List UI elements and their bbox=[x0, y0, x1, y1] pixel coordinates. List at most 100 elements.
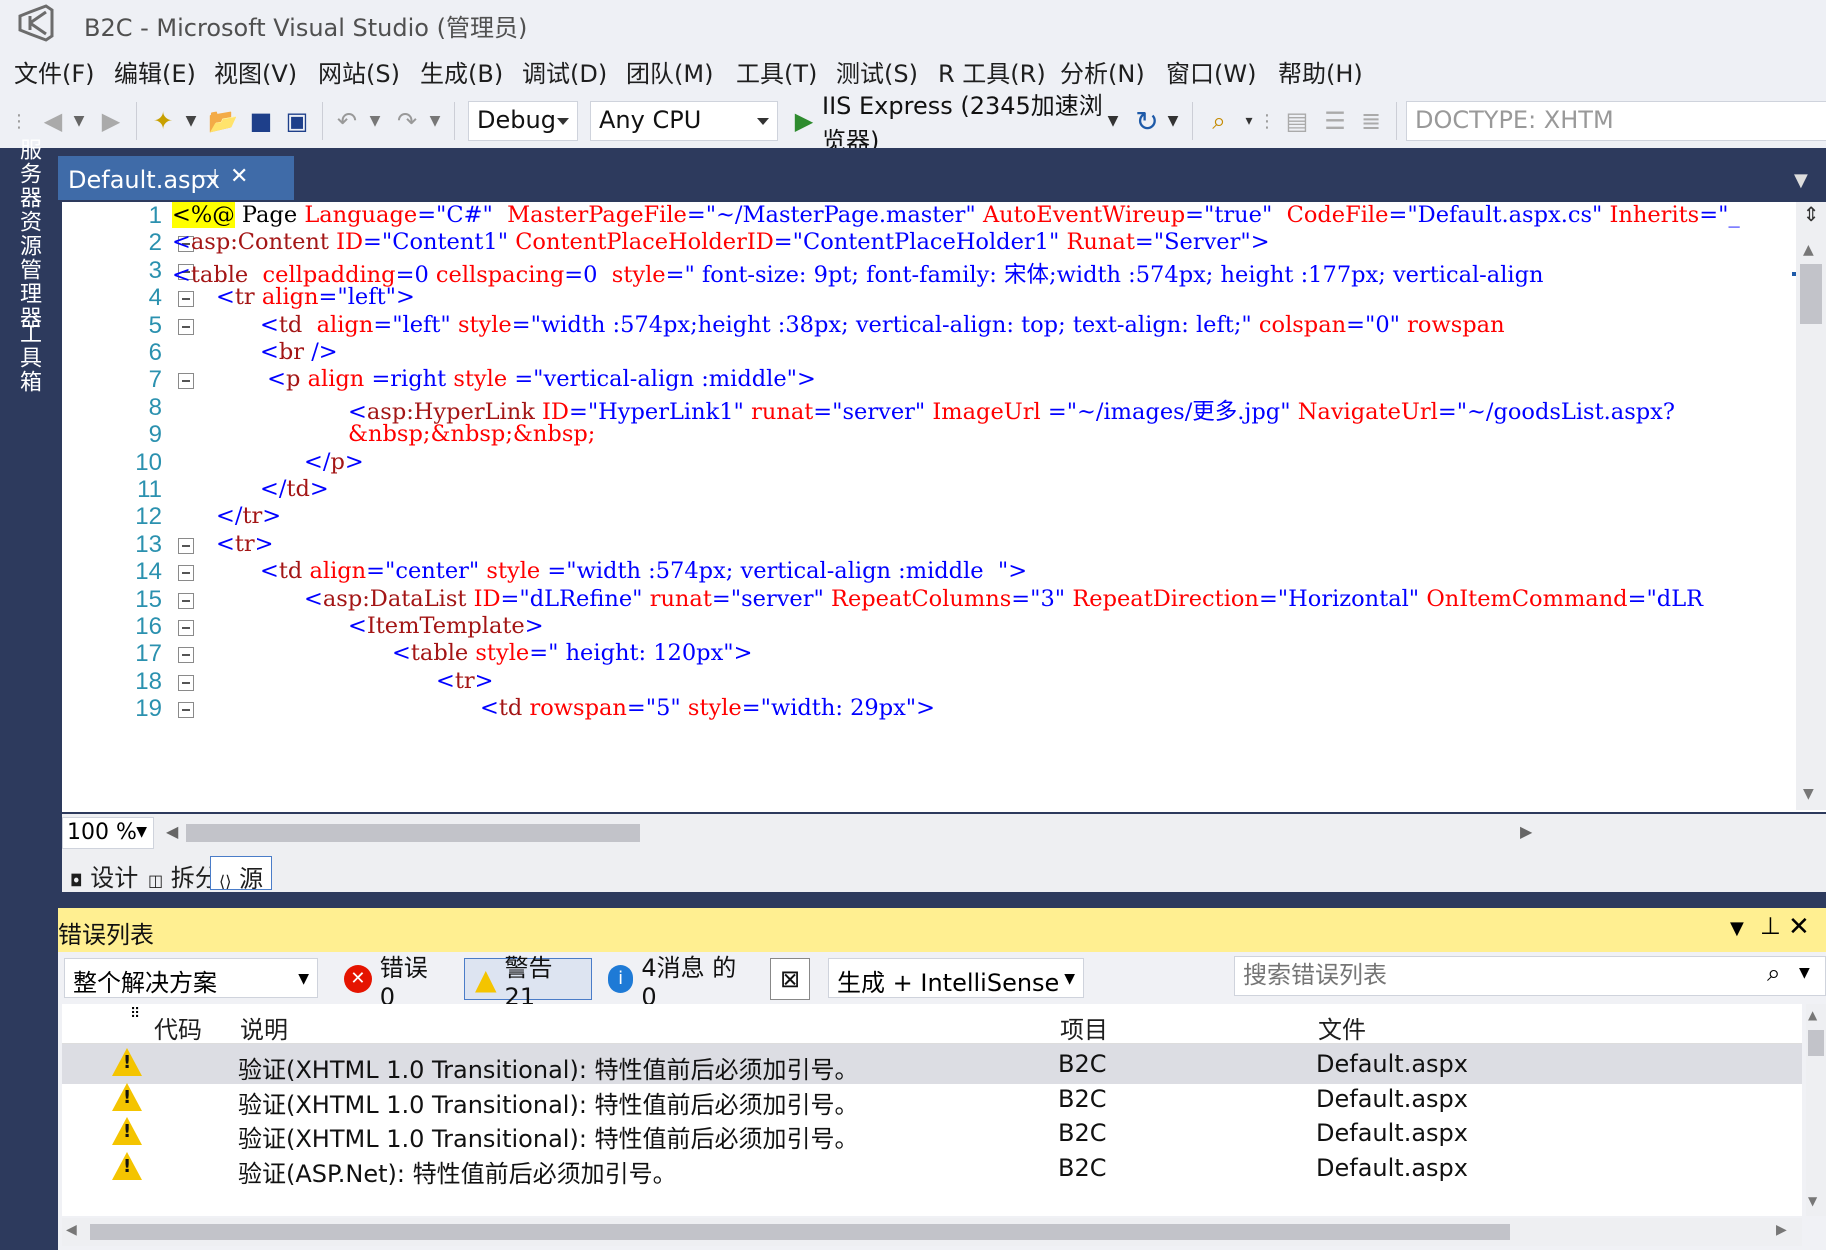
chevron-down-icon[interactable]: ▼ bbox=[1799, 965, 1810, 981]
menu-view[interactable]: 视图(V) bbox=[214, 54, 297, 89]
collapse-region-icon[interactable] bbox=[178, 373, 194, 390]
menu-tools[interactable]: 工具(T) bbox=[736, 54, 817, 89]
scroll-right-icon[interactable]: ▶ bbox=[1520, 822, 1532, 841]
scroll-left-icon[interactable]: ◀ bbox=[166, 822, 178, 841]
collapse-region-icon[interactable] bbox=[178, 318, 194, 335]
code-text[interactable]: <tr align="left"> bbox=[216, 284, 415, 310]
redo-icon[interactable]: ↷ bbox=[392, 104, 422, 138]
run-target-dropdown-icon[interactable]: ▼ bbox=[1104, 104, 1122, 138]
menu-edit[interactable]: 编辑(E) bbox=[114, 54, 196, 89]
code-editor[interactable]: 1 <%@ Page Language="C#" MasterPageFile="… bbox=[62, 202, 1826, 812]
platform-dropdown[interactable]: Any CPU bbox=[590, 101, 778, 141]
collapse-region-icon[interactable] bbox=[178, 620, 194, 636]
redo-dropdown-icon[interactable]: ▼ bbox=[426, 104, 444, 138]
tab-list-dropdown-icon[interactable]: ▼ bbox=[1794, 170, 1808, 191]
scroll-thumb[interactable] bbox=[1800, 264, 1822, 324]
solution-config-dropdown[interactable]: Debug bbox=[468, 101, 578, 141]
error-row[interactable]: ! 验证(ASP.Net): 特性值前后必须加引号。 B2C Default.aspx bbox=[62, 1148, 1802, 1188]
code-text[interactable]: <table style=" height: 120px"> bbox=[392, 640, 752, 666]
column-header-project[interactable]: 项目 bbox=[1060, 1010, 1108, 1045]
menu-website[interactable]: 网站(S) bbox=[318, 54, 400, 89]
refresh-dropdown-icon[interactable]: ▼ bbox=[1164, 104, 1182, 138]
code-area[interactable]: 1 <%@ Page Language="C#" MasterPageFile="… bbox=[62, 202, 1794, 810]
pin-icon[interactable]: ⊥ bbox=[1760, 912, 1781, 940]
open-file-icon[interactable]: 📂 bbox=[206, 104, 240, 138]
start-debugging-icon[interactable]: ▶ bbox=[792, 104, 816, 138]
column-header-code[interactable]: 代码 bbox=[154, 1010, 202, 1045]
editor-vertical-scrollbar[interactable]: ⇕ ▲ ▼ bbox=[1792, 202, 1826, 810]
code-text[interactable]: <td align="center" style ="width :574px;… bbox=[260, 558, 1027, 584]
split-window-icon[interactable]: ⇕ bbox=[1796, 202, 1826, 234]
code-text[interactable]: </p> bbox=[304, 449, 364, 475]
menu-team[interactable]: 团队(M) bbox=[626, 54, 713, 89]
scroll-thumb[interactable] bbox=[1808, 1030, 1824, 1056]
code-text[interactable]: <p align =right style ="vertical-align :… bbox=[260, 366, 816, 392]
collapse-region-icon[interactable] bbox=[178, 291, 194, 308]
run-target-button[interactable]: IIS Express (2345加速浏览器) bbox=[822, 92, 1122, 155]
undo-icon[interactable]: ↶ bbox=[332, 104, 362, 138]
menu-debug[interactable]: 调试(D) bbox=[522, 54, 607, 89]
format-document-icon[interactable]: ☰ bbox=[1320, 104, 1350, 138]
collapse-region-icon[interactable] bbox=[178, 647, 194, 664]
search-icon[interactable]: ⌕ bbox=[1767, 959, 1780, 987]
sort-indicator-icon[interactable]: ⠿ bbox=[130, 1006, 140, 1022]
scroll-up-icon[interactable]: ▲ bbox=[1803, 242, 1814, 258]
doctype-dropdown[interactable]: DOCTYPE: XHTM bbox=[1406, 101, 1826, 141]
error-list-vertical-scrollbar[interactable]: ▲ ▼ bbox=[1806, 1004, 1826, 1216]
scroll-up-icon[interactable]: ▲ bbox=[1808, 1008, 1817, 1022]
comment-lines-icon[interactable]: ≣ bbox=[1356, 104, 1386, 138]
navigate-forward-icon[interactable]: ▶ bbox=[96, 104, 126, 138]
back-dropdown-icon[interactable]: ▼ bbox=[70, 104, 88, 138]
code-text[interactable]: </td> bbox=[260, 476, 329, 502]
scroll-right-icon[interactable]: ▶ bbox=[1776, 1222, 1787, 1238]
menu-window[interactable]: 窗口(W) bbox=[1166, 54, 1256, 89]
toolbox-tab[interactable]: 工具箱 bbox=[12, 322, 44, 394]
menu-help[interactable]: 帮助(H) bbox=[1278, 54, 1363, 89]
server-explorer-tab[interactable]: 服务器资源管理器 bbox=[12, 138, 44, 330]
horizontal-scroll-thumb[interactable] bbox=[90, 1224, 1510, 1240]
close-icon[interactable]: ✕ bbox=[230, 164, 248, 189]
messages-filter-button[interactable]: i 4消息 的 0 bbox=[598, 954, 758, 1011]
undo-dropdown-icon[interactable]: ▼ bbox=[366, 104, 384, 138]
collapse-region-icon[interactable] bbox=[178, 565, 194, 582]
collapse-region-icon[interactable] bbox=[178, 537, 194, 554]
code-text[interactable]: <%@ Page Language="C#" MasterPageFile="~… bbox=[172, 202, 1740, 228]
code-text[interactable]: <tr> bbox=[216, 531, 274, 557]
menu-analyze[interactable]: 分析(N) bbox=[1060, 54, 1145, 89]
scroll-left-icon[interactable]: ◀ bbox=[66, 1222, 77, 1238]
search-error-list-box[interactable]: ⌕ ▼ bbox=[1234, 956, 1826, 996]
code-text[interactable]: <ItemTemplate> bbox=[348, 613, 544, 639]
build-filter-dropdown[interactable]: 生成 + IntelliSense ▼ bbox=[828, 958, 1084, 998]
code-text[interactable]: <td rowspan="5" style="width: 29px"> bbox=[480, 695, 935, 721]
menu-r-tools[interactable]: R 工具(R) bbox=[938, 54, 1046, 89]
scroll-down-icon[interactable]: ▼ bbox=[1803, 786, 1814, 802]
window-position-dropdown-icon[interactable]: ▼ bbox=[1730, 918, 1744, 939]
menu-file[interactable]: 文件(F) bbox=[14, 54, 95, 89]
pin-icon[interactable]: ⊣ bbox=[200, 164, 217, 188]
code-text[interactable]: <br /> bbox=[260, 339, 338, 365]
refresh-icon[interactable]: ↻ bbox=[1132, 104, 1162, 138]
save-icon[interactable]: ■ bbox=[246, 104, 276, 138]
document-icon[interactable]: ▤ bbox=[1282, 104, 1312, 138]
scope-dropdown[interactable]: 整个解决方案 ▼ bbox=[64, 958, 318, 998]
menu-build[interactable]: 生成(B) bbox=[420, 54, 503, 89]
code-text[interactable]: <tr> bbox=[436, 668, 494, 694]
errors-filter-button[interactable]: ✕ 错误 0 bbox=[334, 954, 460, 1011]
zoom-dropdown[interactable]: 100 % ▼ bbox=[62, 817, 154, 849]
collapse-region-icon[interactable] bbox=[178, 674, 194, 691]
save-all-icon[interactable]: ▣ bbox=[282, 104, 312, 138]
collapse-region-icon[interactable] bbox=[178, 702, 194, 719]
code-line[interactable]: 19 <td rowspan="5" style="width: 29px"> bbox=[62, 695, 1794, 727]
tab-source[interactable]: ⟨⟩ 源 bbox=[210, 856, 273, 893]
new-project-icon[interactable]: ✦ bbox=[146, 104, 180, 138]
find-in-files-icon[interactable]: ⌕ bbox=[1202, 104, 1236, 138]
tab-design[interactable]: ◘ 设计 bbox=[62, 856, 146, 892]
column-header-description[interactable]: 说明 bbox=[240, 1010, 288, 1045]
close-icon[interactable]: ✕ bbox=[1788, 912, 1810, 942]
error-list-horizontal-scrollbar[interactable]: ◀ ▶ bbox=[62, 1218, 1802, 1246]
horizontal-scroll-thumb[interactable] bbox=[186, 824, 640, 842]
tab-default-aspx[interactable]: Default.aspx ⊣ ✕ bbox=[58, 156, 294, 200]
navigate-back-icon[interactable]: ◀ bbox=[38, 104, 68, 138]
code-text[interactable]: <asp:Content ID="Content1" ContentPlaceH… bbox=[172, 229, 1270, 255]
code-text[interactable]: <td align="left" style="width :574px;hei… bbox=[260, 312, 1505, 338]
